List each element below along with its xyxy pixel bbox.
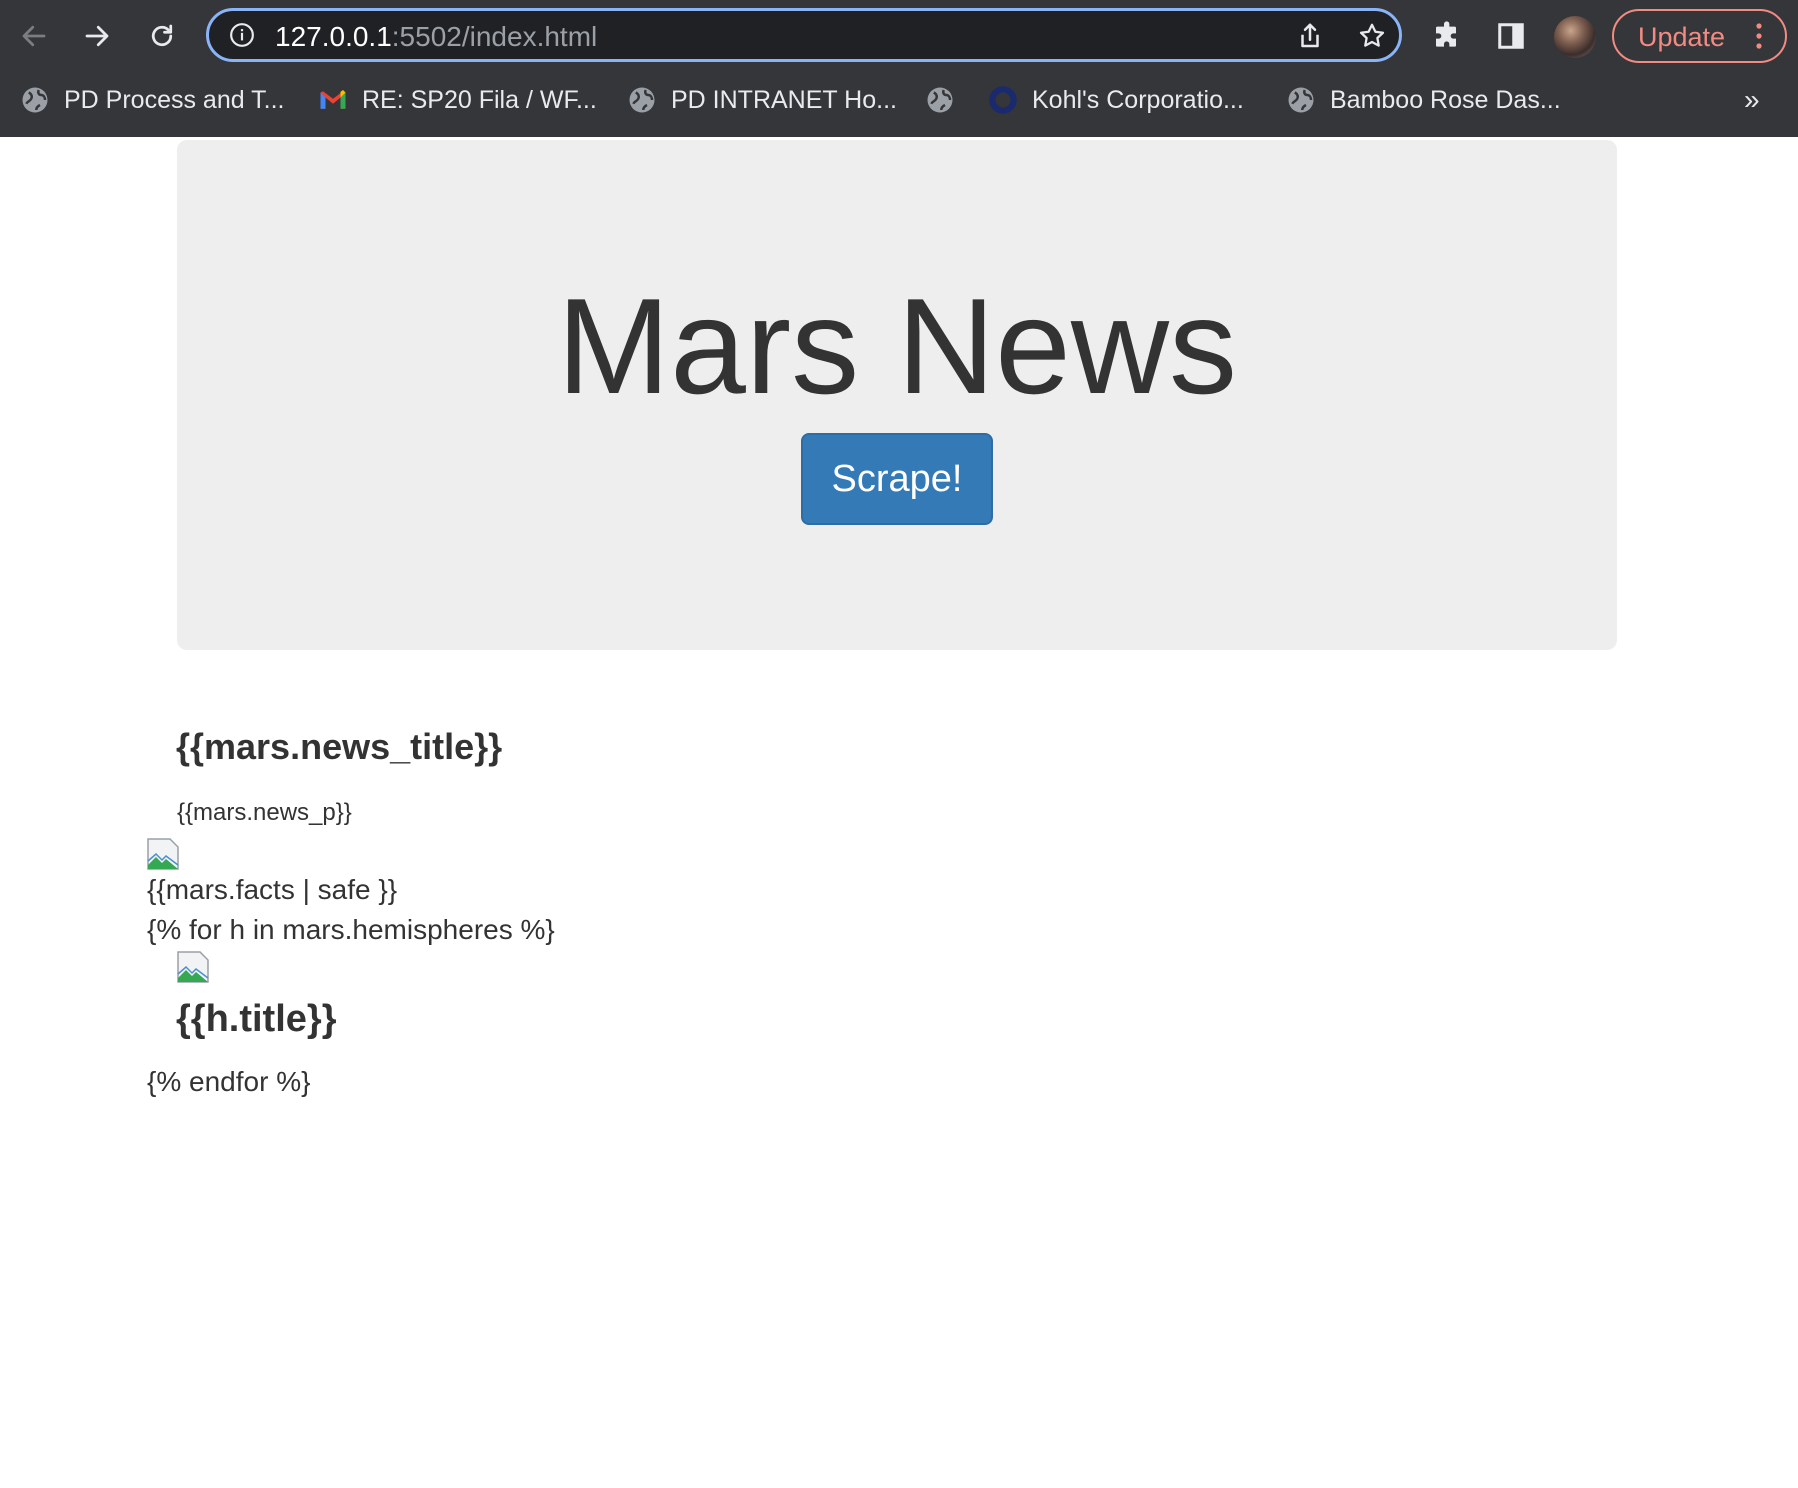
globe-icon [1286,85,1316,115]
url-path: :5502/index.html [391,21,598,52]
share-icon[interactable] [1295,21,1325,51]
side-panel-icon [1498,23,1524,49]
jumbotron-title-wrap: Mars News [177,266,1617,426]
page-title: Mars News [556,270,1238,422]
update-button[interactable]: Update [1612,9,1787,63]
browser-toolbar: 127.0.0.1:5502/index.html Update [0,0,1798,74]
puzzle-icon [1436,21,1456,47]
bookmark-item[interactable]: Kohl's Corporatio... [988,78,1244,122]
star-icon[interactable] [1357,21,1387,51]
bookmark-label: Bamboo Rose Das... [1330,85,1561,114]
bookmark-label: PD INTRANET Ho... [671,85,897,114]
arrow-left-icon [22,25,46,47]
bookmark-item[interactable]: Bamboo Rose Das... [1286,78,1561,122]
url-text[interactable]: 127.0.0.1:5502/index.html [275,21,597,53]
bookmark-label: RE: SP20 Fila / WF... [362,85,597,114]
broken-image-icon [147,838,179,870]
bookmark-item[interactable] [925,78,969,122]
mars-facts-placeholder: {{mars.facts | safe }} [147,874,398,905]
extensions-button[interactable] [1428,16,1468,56]
bookmark-item[interactable]: PD Process and T... [20,78,284,122]
globe-icon [627,85,657,115]
hemispheres-loop-close: {% endfor %} [147,1066,311,1097]
back-button[interactable] [12,14,56,58]
globe-icon [925,85,955,115]
address-bar[interactable]: 127.0.0.1:5502/index.html [206,8,1402,62]
more-vert-icon[interactable] [1754,21,1764,51]
update-label: Update [1638,22,1726,52]
news-title: {{mars.news_title}} [176,726,503,767]
bookmarks-overflow-button[interactable]: » [1744,84,1760,116]
globe-icon [20,85,50,115]
news-paragraph: {{mars.news_p}} [177,799,352,826]
hemisphere-title: {{h.title}} [176,998,337,1040]
arrow-right-icon [85,25,109,47]
kohls-ring-icon [988,85,1018,115]
broken-image-icon [177,951,209,983]
bookmark-item[interactable]: PD INTRANET Ho... [627,78,897,122]
reload-icon [151,24,173,47]
info-icon[interactable] [229,22,255,48]
side-panel-button[interactable] [1491,16,1531,56]
forward-button[interactable] [75,14,119,58]
bookmarks-bar: PD Process and T... RE: SP20 Fila / WF..… [0,78,1798,124]
url-host: 127.0.0.1 [275,21,392,52]
gmail-icon [318,85,348,115]
reload-button[interactable] [140,14,184,58]
bookmark-label: Kohl's Corporatio... [1032,85,1244,114]
scrape-button[interactable]: Scrape! [801,433,993,525]
profile-avatar[interactable] [1554,16,1596,58]
browser-chrome: 127.0.0.1:5502/index.html Update PD Proc… [0,0,1798,137]
hemispheres-loop-open: {% for h in mars.hemispheres %} [147,914,555,945]
bookmark-label: PD Process and T... [64,85,285,114]
bookmark-item[interactable]: RE: SP20 Fila / WF... [318,78,597,122]
